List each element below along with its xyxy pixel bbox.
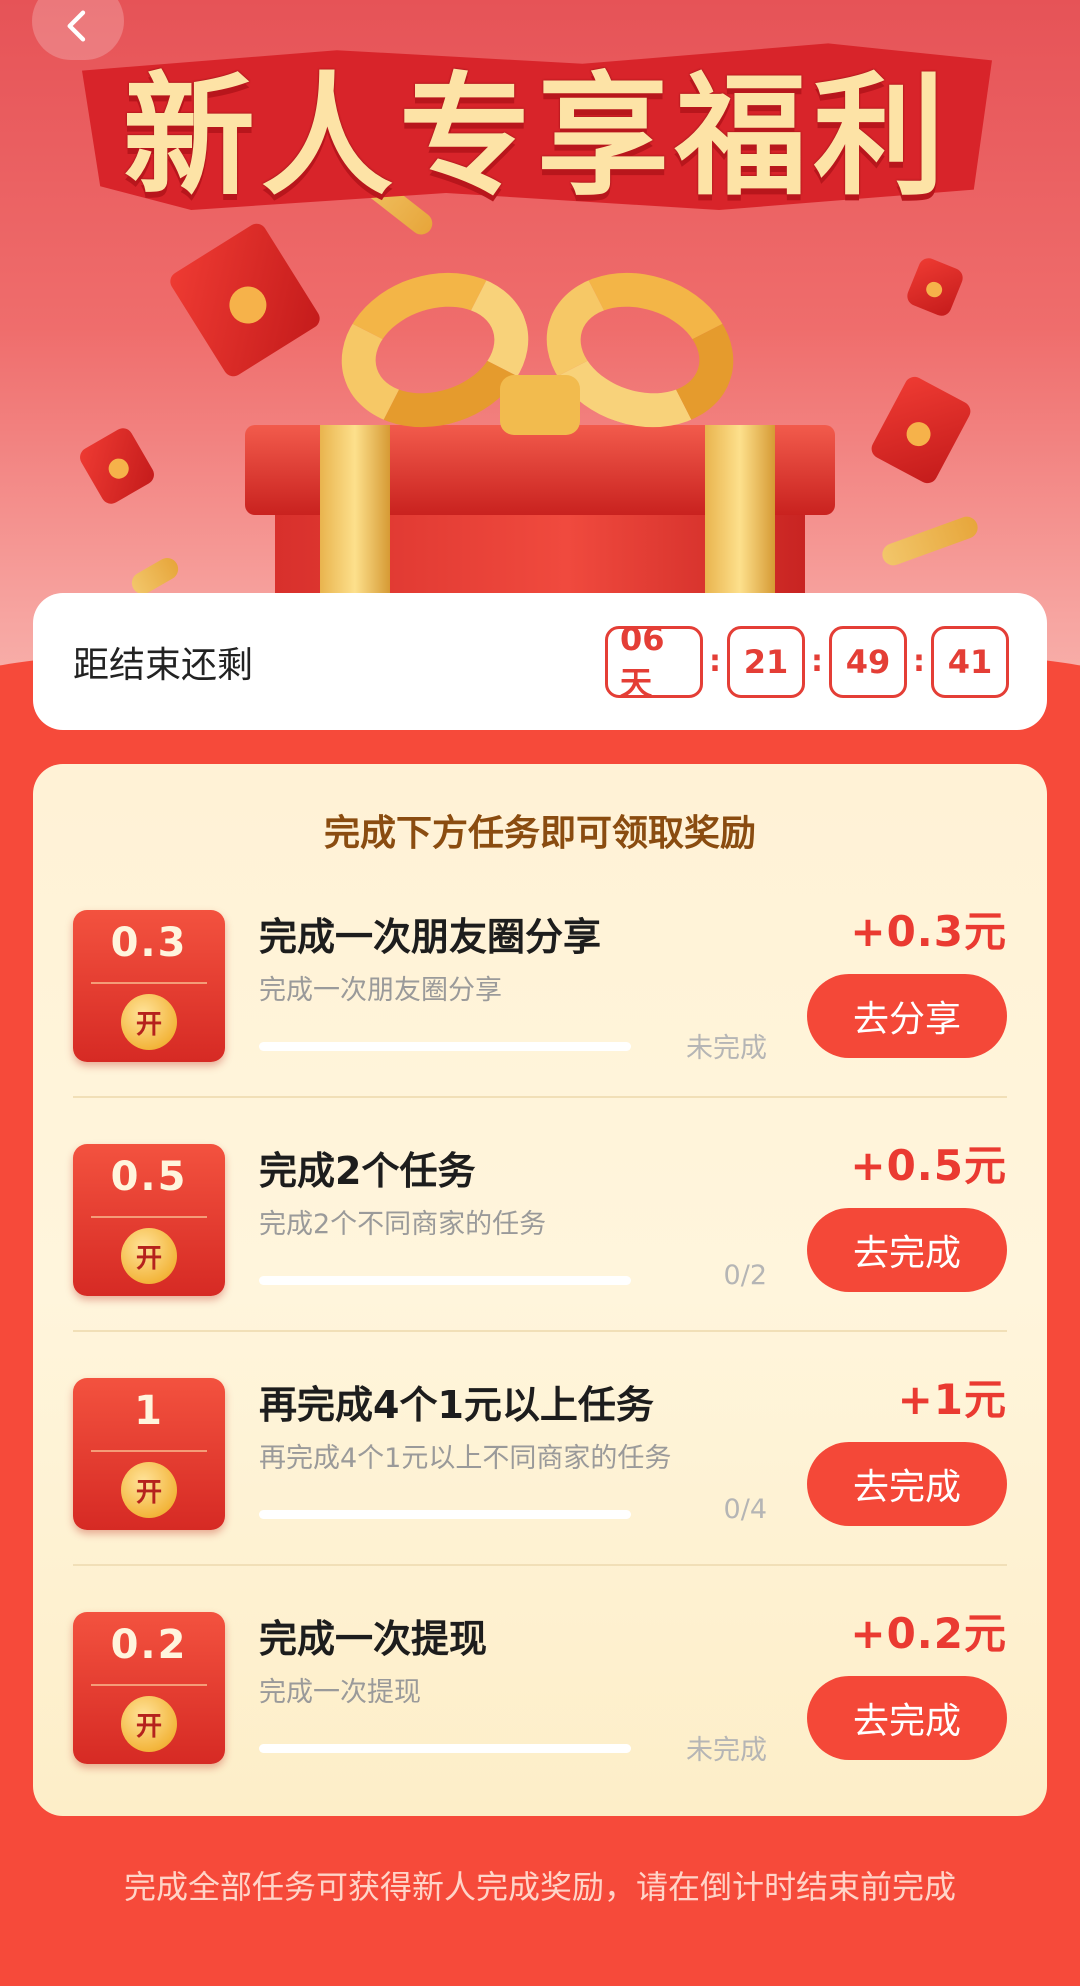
hero-title-banner: 新人专享福利 bbox=[82, 40, 992, 214]
task-progress-bar bbox=[259, 1510, 631, 1519]
task-description: 完成一次朋友圈分享 bbox=[259, 975, 502, 1006]
countdown-timer: 06天 : 21 : 49 : 41 bbox=[605, 620, 1009, 702]
reward-badge: 0.3 开 bbox=[73, 910, 225, 1062]
countdown-separator: : bbox=[811, 644, 823, 679]
task-progress-bar bbox=[259, 1744, 631, 1753]
tasks-card-title: 完成下方任务即可领取奖励 bbox=[323, 813, 756, 854]
badge-value: 0.5 bbox=[110, 1154, 188, 1200]
complete-task-button[interactable]: 去完成 bbox=[807, 1442, 1007, 1526]
coin-icon: 开 bbox=[121, 994, 177, 1050]
task-status: 未完成 bbox=[686, 1735, 767, 1766]
task-name: 完成一次朋友圈分享 bbox=[259, 915, 602, 959]
tasks-card: 完成下方任务即可领取奖励 0.3 开 完成一次朋友圈分享 完成一次朋友圈分享 未… bbox=[33, 764, 1047, 1816]
task-reward: +0.3元 bbox=[850, 907, 1007, 956]
divider bbox=[73, 1330, 1007, 1332]
countdown-label: 距结束还剩 bbox=[73, 644, 254, 686]
share-button[interactable]: 去分享 bbox=[807, 974, 1007, 1058]
divider bbox=[73, 1096, 1007, 1098]
complete-task-button[interactable]: 去完成 bbox=[807, 1208, 1007, 1292]
divider bbox=[73, 1564, 1007, 1566]
page-title: 新人专享福利 bbox=[123, 59, 951, 214]
ribbon-confetti-decoration bbox=[879, 513, 981, 569]
countdown-seconds: 41 bbox=[931, 625, 1009, 698]
task-reward: +0.5元 bbox=[850, 1141, 1007, 1190]
task-item: 0.5 开 完成2个任务 完成2个不同商家的任务 0/2 +0.5元 去完成 bbox=[33, 1102, 1047, 1336]
reward-badge: 1 开 bbox=[73, 1378, 225, 1530]
badge-value: 1 bbox=[134, 1388, 164, 1434]
task-description: 完成一次提现 bbox=[259, 1677, 421, 1708]
badge-value: 0.2 bbox=[110, 1622, 188, 1668]
task-item: 0.2 开 完成一次提现 完成一次提现 未完成 +0.2元 去完成 bbox=[33, 1570, 1047, 1804]
red-envelope-decoration bbox=[868, 373, 974, 487]
countdown-bar: 距结束还剩 06天 : 21 : 49 : 41 bbox=[33, 593, 1047, 730]
footer-note: 完成全部任务可获得新人完成奖励，请在倒计时结束前完成 bbox=[123, 1868, 956, 1906]
task-progress-bar bbox=[259, 1042, 631, 1051]
task-name: 完成2个任务 bbox=[259, 1149, 476, 1193]
countdown-hours: 21 bbox=[727, 625, 805, 698]
task-status: 0/2 bbox=[723, 1260, 767, 1291]
task-description: 完成2个不同商家的任务 bbox=[259, 1209, 547, 1240]
reward-badge: 0.5 开 bbox=[73, 1144, 225, 1296]
task-item: 0.3 开 完成一次朋友圈分享 完成一次朋友圈分享 未完成 +0.3元 去分享 bbox=[33, 868, 1047, 1102]
task-name: 完成一次提现 bbox=[259, 1617, 488, 1661]
countdown-minutes: 49 bbox=[829, 625, 907, 698]
badge-value: 0.3 bbox=[110, 920, 188, 966]
task-status: 0/4 bbox=[723, 1494, 767, 1525]
red-envelope-decoration bbox=[904, 255, 966, 319]
task-status: 未完成 bbox=[686, 1033, 767, 1064]
coin-icon: 开 bbox=[121, 1696, 177, 1752]
coin-icon: 开 bbox=[121, 1228, 177, 1284]
ribbon-confetti-decoration bbox=[127, 553, 183, 599]
task-name: 再完成4个1元以上任务 bbox=[259, 1383, 654, 1427]
task-progress-bar bbox=[259, 1276, 631, 1285]
task-reward: +1元 bbox=[897, 1375, 1007, 1424]
reward-badge: 0.2 开 bbox=[73, 1612, 225, 1764]
red-envelope-decoration bbox=[76, 424, 158, 508]
countdown-separator: : bbox=[913, 644, 925, 679]
countdown-days: 06天 bbox=[605, 620, 703, 702]
task-description: 再完成4个1元以上不同商家的任务 bbox=[259, 1443, 672, 1474]
countdown-separator: : bbox=[709, 644, 721, 679]
task-item: 1 开 再完成4个1元以上任务 再完成4个1元以上不同商家的任务 0/4 +1元… bbox=[33, 1336, 1047, 1570]
coin-icon: 开 bbox=[121, 1462, 177, 1518]
task-reward: +0.2元 bbox=[850, 1609, 1007, 1658]
chevron-left-icon bbox=[67, 10, 86, 42]
complete-task-button[interactable]: 去完成 bbox=[807, 1676, 1007, 1760]
